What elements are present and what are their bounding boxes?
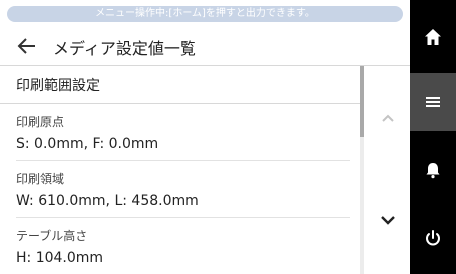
power-button[interactable]: [410, 209, 456, 267]
scroll-down-icon[interactable]: [372, 208, 404, 232]
bell-icon: [426, 163, 440, 179]
item-divider: [16, 217, 350, 218]
back-arrow-icon[interactable]: [14, 34, 40, 58]
scrollbar-thumb[interactable]: [360, 66, 364, 137]
header-bar: メディア設定値一覧: [0, 26, 410, 66]
item-value: H: 104.0mm: [16, 250, 104, 266]
home-icon: [425, 29, 441, 45]
section-divider: [0, 103, 364, 104]
section-title: 印刷範囲設定: [16, 78, 100, 94]
item-label: 印刷領域: [16, 172, 65, 186]
side-nav: [410, 0, 456, 274]
menu-button[interactable]: [410, 73, 456, 131]
list-item: 印刷原点 S: 0.0mm, F: 0.0mm: [16, 113, 350, 152]
power-icon: [426, 230, 440, 246]
main-screen: メニュー操作中:[ホーム]を押すと出力できます。 メディア設定値一覧 印刷範囲設…: [0, 0, 410, 274]
item-value: W: 610.0mm, L: 458.0mm: [16, 193, 199, 209]
item-value: S: 0.0mm, F: 0.0mm: [16, 136, 159, 152]
page-title: メディア設定値一覧: [53, 39, 196, 58]
notification-button[interactable]: [410, 141, 456, 199]
list-item: テーブル高さ H: 104.0mm: [16, 227, 350, 266]
item-divider: [16, 160, 350, 161]
item-label: 印刷原点: [16, 115, 65, 129]
settings-list[interactable]: 印刷範囲設定 印刷原点 S: 0.0mm, F: 0.0mm 印刷領域 W: 6…: [0, 66, 364, 274]
item-label: テーブル高さ: [16, 229, 88, 243]
scroll-up-icon[interactable]: [372, 106, 404, 130]
menu-icon: [426, 97, 440, 107]
notice-banner: メニュー操作中:[ホーム]を押すと出力できます。: [7, 6, 403, 22]
home-button[interactable]: [410, 8, 456, 66]
list-item: 印刷領域 W: 610.0mm, L: 458.0mm: [16, 170, 350, 209]
